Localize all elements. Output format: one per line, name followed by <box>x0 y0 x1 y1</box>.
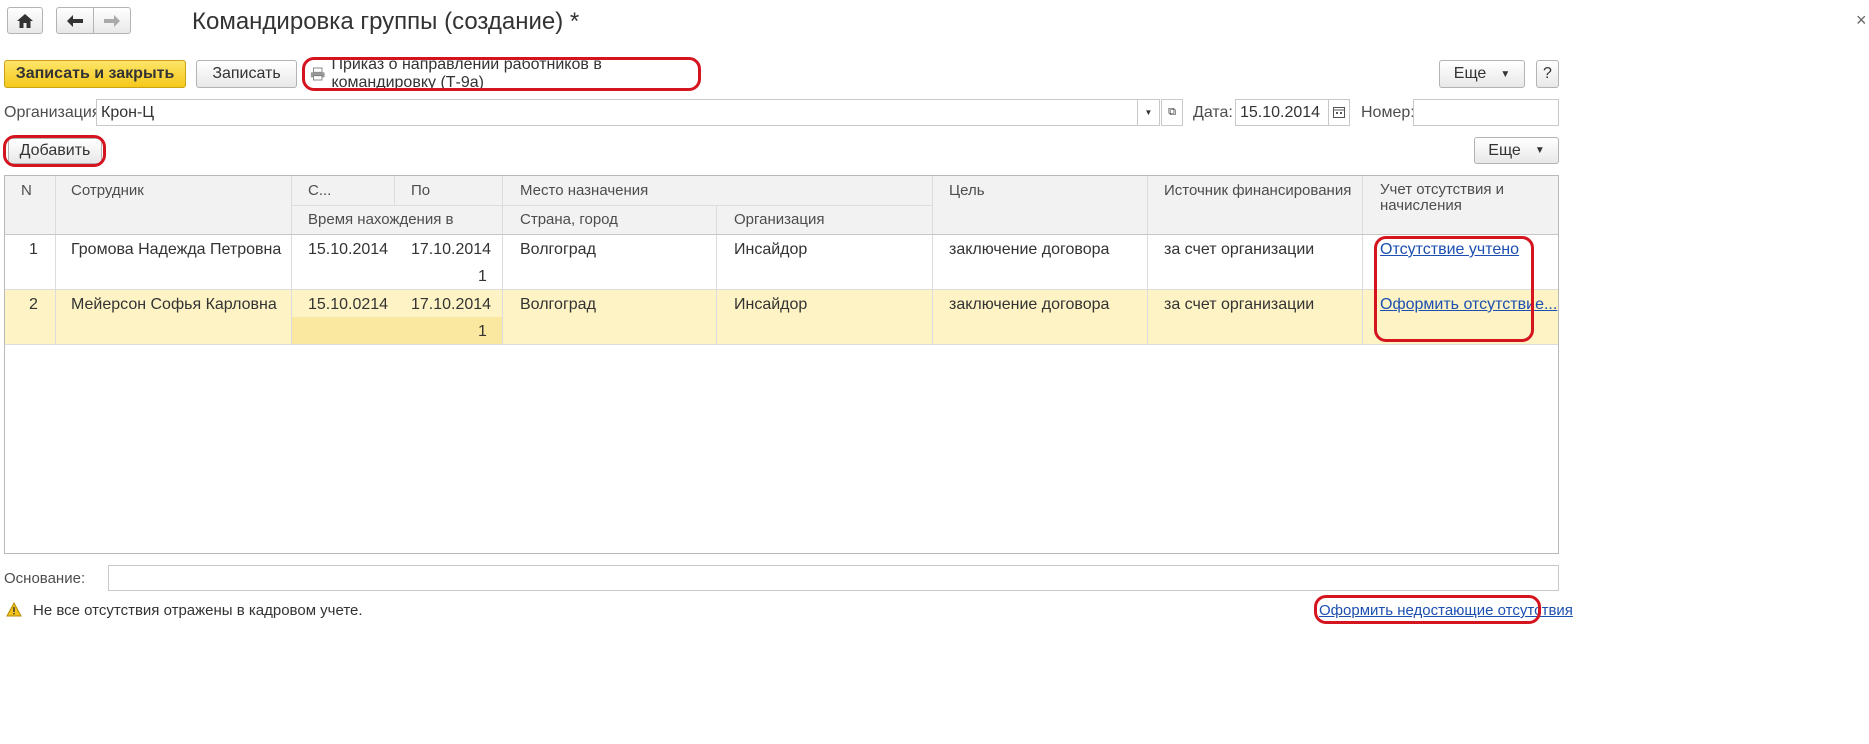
date-field[interactable]: 15.10.2014 <box>1235 99 1329 126</box>
row-1-from[interactable]: 15.10.2014 <box>308 241 388 259</box>
col-header-employee[interactable]: Сотрудник <box>71 182 144 199</box>
row-2-absence-link[interactable]: Оформить отсутствие... <box>1380 296 1557 314</box>
home-icon <box>17 13 33 28</box>
row-1-days[interactable]: 1 <box>478 268 487 286</box>
calendar-icon <box>1333 107 1345 118</box>
calendar-button[interactable] <box>1328 99 1350 126</box>
warning-icon <box>6 602 22 617</box>
more-label: Еще <box>1453 65 1487 82</box>
home-button[interactable] <box>7 7 43 34</box>
printer-icon <box>310 67 325 81</box>
col-header-to[interactable]: По <box>411 182 430 199</box>
col-header-days[interactable]: Время нахождения в <box>308 211 453 228</box>
save-button[interactable]: Записать <box>196 60 297 88</box>
number-field[interactable] <box>1413 99 1559 126</box>
organization-open-button[interactable]: ⧉ <box>1161 99 1183 126</box>
row-1-funding[interactable]: за счет организации <box>1164 241 1314 259</box>
row-2-n: 2 <box>29 296 38 313</box>
chevron-down-icon: ▼ <box>1534 145 1545 156</box>
fix-absences-link[interactable]: Оформить недостающие отсутствия <box>1319 602 1573 619</box>
col-header-n[interactable]: N <box>21 182 32 199</box>
close-icon[interactable]: × <box>1856 10 1867 31</box>
col-header-organization[interactable]: Организация <box>734 211 824 228</box>
col-header-purpose[interactable]: Цель <box>949 182 985 199</box>
row-1-employee[interactable]: Громова Надежда Петровна <box>71 241 281 259</box>
row-2-purpose[interactable]: заключение договора <box>949 296 1109 314</box>
page-title: Командировка группы (создание) * <box>192 8 580 35</box>
arrow-left-icon <box>67 14 83 27</box>
add-button[interactable]: Добавить <box>8 138 102 164</box>
col-header-from[interactable]: С... <box>308 182 331 199</box>
organization-label: Организация: <box>4 104 105 121</box>
row-2-organization[interactable]: Инсайдор <box>734 296 807 314</box>
forward-button[interactable] <box>93 7 131 34</box>
col-header-destination[interactable]: Место назначения <box>520 182 648 199</box>
chevron-down-icon: ▼ <box>1144 108 1153 117</box>
row-2-city[interactable]: Волгоград <box>520 296 596 314</box>
table-more-button[interactable]: Еще ▼ <box>1474 137 1559 164</box>
row-2-to[interactable]: 17.10.2014 <box>411 296 491 314</box>
row-1-n: 1 <box>29 241 38 258</box>
basis-label: Основание: <box>4 570 86 587</box>
organization-dropdown-button[interactable]: ▼ <box>1137 99 1160 126</box>
arrow-right-icon <box>104 14 120 27</box>
print-order-button[interactable]: Приказ о направлении работников в команд… <box>304 56 698 91</box>
row-1-absence-link[interactable]: Отсутствие учтено <box>1380 241 1519 259</box>
table-more-label: Еще <box>1488 141 1521 159</box>
row-2-from[interactable]: 15.10.0214 <box>308 296 388 314</box>
row-1-purpose[interactable]: заключение договора <box>949 241 1109 259</box>
col-header-absence[interactable]: Учет отсутствия и начисления <box>1380 182 1530 214</box>
number-label: Номер: <box>1361 104 1415 121</box>
row-2-employee[interactable]: Мейерсон Софья Карловна <box>71 296 277 314</box>
chevron-down-icon: ▼ <box>1500 68 1511 80</box>
warning-text: Не все отсутствия отражены в кадровом уч… <box>33 602 363 619</box>
help-button[interactable]: ? <box>1536 60 1559 88</box>
organization-field[interactable]: Крон-Ц <box>96 99 1138 126</box>
open-link-icon: ⧉ <box>1168 106 1176 118</box>
basis-field[interactable] <box>108 565 1559 591</box>
col-header-funding[interactable]: Источник финансирования <box>1164 182 1351 199</box>
row-1-city[interactable]: Волгоград <box>520 241 596 259</box>
row-2-days[interactable]: 1 <box>478 323 487 341</box>
row-1-organization[interactable]: Инсайдор <box>734 241 807 259</box>
print-order-label: Приказ о направлении работников в команд… <box>331 56 602 91</box>
date-label: Дата: <box>1193 104 1233 121</box>
back-button[interactable] <box>56 7 94 34</box>
row-2-days-cell <box>292 317 502 344</box>
row-2-funding[interactable]: за счет организации <box>1164 296 1314 314</box>
save-and-close-button[interactable]: Записать и закрыть <box>4 60 186 88</box>
col-header-country-city[interactable]: Страна, город <box>520 211 618 228</box>
more-button[interactable]: Еще ▼ <box>1439 60 1525 88</box>
row-1-to[interactable]: 17.10.2014 <box>411 241 491 259</box>
